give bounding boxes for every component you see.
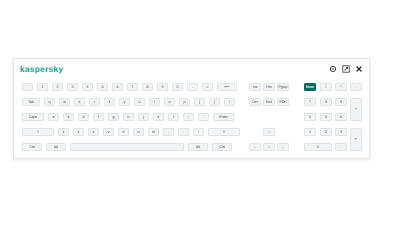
key-arrow-left[interactable]: ← [249,143,261,151]
key-8[interactable]: 8 [142,83,153,91]
key-9[interactable]: 9 [335,98,347,106]
key-alt[interactable]: Alt [46,143,66,151]
key-ctrl[interactable]: Ctrl [22,143,42,151]
key-o[interactable]: o [164,98,175,106]
key-n[interactable]: n [133,128,144,136]
key-backtick[interactable]: ` [22,83,33,91]
key-f[interactable]: f [93,113,104,121]
key-r[interactable]: r [89,98,100,106]
key-period[interactable]: . [335,143,347,151]
key-slash[interactable]: / [320,83,332,91]
key-quote[interactable]: ' [198,113,209,121]
key-w[interactable]: w [59,98,70,106]
key-q[interactable]: q [44,98,55,106]
key-6[interactable]: 6 [335,113,347,121]
key-enter[interactable]: ↵ [350,128,362,151]
key-g[interactable]: g [108,113,119,121]
key-plus[interactable]: + [350,98,362,121]
key-caps[interactable]: Caps [22,113,44,121]
key-5[interactable]: 5 [97,83,108,91]
key-num[interactable]: Num [304,83,316,91]
key-0[interactable]: 0 [304,143,332,151]
key-1[interactable]: 1 [37,83,48,91]
key-arrow-right[interactable]: → [277,143,289,151]
key-arrow-down[interactable]: ↓ [263,143,275,151]
key-4[interactable]: 4 [304,113,316,121]
key-m[interactable]: m [148,128,159,136]
key-4[interactable]: 4 [82,83,93,91]
key-c[interactable]: c [88,128,99,136]
key-space[interactable] [70,143,184,151]
key-ctrl[interactable]: Ctrl [212,143,232,151]
key-p[interactable]: p [179,98,190,106]
key-d[interactable]: d [78,113,89,121]
key-k[interactable]: k [153,113,164,121]
key-3[interactable]: 3 [335,128,347,136]
key-alt[interactable]: Alt [188,143,208,151]
key-shift[interactable]: ⇧ [208,128,240,136]
key-backspace[interactable]: ⟵ [217,83,237,91]
key-y[interactable]: y [119,98,130,106]
key-minus[interactable]: - [350,83,362,91]
key-tab[interactable]: Tab [22,98,40,106]
key-9[interactable]: 9 [157,83,168,91]
key-s[interactable]: s [63,113,74,121]
key-backslash[interactable]: \ [224,98,235,106]
key-e[interactable]: e [74,98,85,106]
key-v[interactable]: v [103,128,114,136]
key-6[interactable]: 6 [112,83,123,91]
key-i[interactable]: i [149,98,160,106]
key-semicolon[interactable]: ; [183,113,194,121]
window-controls [329,65,363,73]
key-2[interactable]: 2 [320,128,332,136]
key-h[interactable]: h [123,113,134,121]
key-u[interactable]: u [134,98,145,106]
key-minus[interactable]: - [187,83,198,91]
key-3[interactable]: 3 [67,83,78,91]
gear-icon[interactable] [329,65,337,73]
key-equals[interactable]: = [202,83,213,91]
key-ins[interactable]: Ins [249,83,261,91]
key-t[interactable]: t [104,98,115,106]
key-enter[interactable]: Enter [213,113,234,121]
key-b[interactable]: b [118,128,129,136]
key-del[interactable]: Del [249,98,261,106]
key-pgup[interactable]: PgUp [277,83,289,91]
key-7[interactable]: 7 [304,98,316,106]
close-icon[interactable] [355,65,363,73]
key-0[interactable]: 0 [172,83,183,91]
key-lbracket[interactable]: [ [194,98,205,106]
key-z[interactable]: z [58,128,69,136]
key-7[interactable]: 7 [127,83,138,91]
key-slash[interactable]: / [193,128,204,136]
key-shift[interactable]: ⇧ [22,128,54,136]
key-x[interactable]: x [73,128,84,136]
key-2[interactable]: 2 [52,83,63,91]
key-j[interactable]: j [138,113,149,121]
key-pdn[interactable]: PDn [277,98,289,106]
key-asterisk[interactable]: * [335,83,347,91]
key-5[interactable]: 5 [320,113,332,121]
key-arrow-up[interactable]: ↑ [263,128,275,136]
key-1[interactable]: 1 [304,128,316,136]
key-8[interactable]: 8 [320,98,332,106]
key-rbracket[interactable]: ] [209,98,220,106]
key-a[interactable]: a [48,113,59,121]
key-l[interactable]: l [168,113,179,121]
key-comma[interactable]: , [163,128,174,136]
key-hm[interactable]: Hm [263,83,275,91]
key-period[interactable]: . [178,128,189,136]
resize-icon[interactable] [342,65,350,73]
key-end[interactable]: End [263,98,275,106]
kaspersky-logo: kaspersky [20,64,64,74]
